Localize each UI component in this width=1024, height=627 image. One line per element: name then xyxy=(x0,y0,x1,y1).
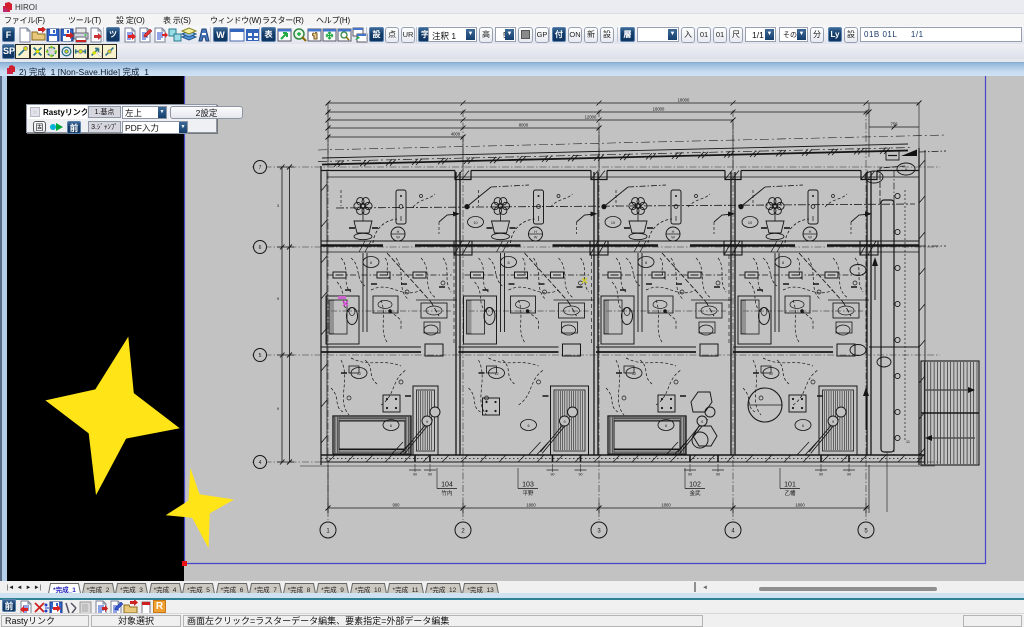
svg-text:750: 750 xyxy=(891,122,899,127)
svg-text:H: H xyxy=(534,230,537,234)
svg-text:6: 6 xyxy=(802,424,804,428)
svg-text:8: 8 xyxy=(370,261,372,265)
svg-text:18000: 18000 xyxy=(678,98,690,103)
svg-text:平野: 平野 xyxy=(522,489,534,497)
svg-text:11: 11 xyxy=(906,440,910,444)
svg-text:12000: 12000 xyxy=(585,115,597,120)
svg-text:8000: 8000 xyxy=(519,123,529,128)
svg-text:W: W xyxy=(396,236,400,240)
svg-text:9: 9 xyxy=(832,420,834,424)
svg-text:8: 8 xyxy=(645,261,647,265)
svg-text:1800: 1800 xyxy=(526,503,536,508)
svg-text:6: 6 xyxy=(527,424,529,428)
svg-text:9: 9 xyxy=(426,420,428,424)
svg-text:6: 6 xyxy=(665,424,667,428)
svg-text:90: 90 xyxy=(847,473,851,477)
svg-text:H: H xyxy=(397,230,400,234)
svg-text:9: 9 xyxy=(563,420,565,424)
svg-text:3: 3 xyxy=(277,203,280,208)
svg-text:H: H xyxy=(809,230,812,234)
svg-text:6: 6 xyxy=(259,245,262,251)
svg-text:金武: 金武 xyxy=(689,489,701,497)
svg-text:90: 90 xyxy=(428,473,432,477)
svg-text:10: 10 xyxy=(748,221,752,225)
svg-text:8: 8 xyxy=(507,261,509,265)
svg-text:4000: 4000 xyxy=(451,132,461,137)
svg-text:H: H xyxy=(672,230,675,234)
svg-text:90: 90 xyxy=(551,473,555,477)
svg-text:1800: 1800 xyxy=(661,503,671,508)
svg-text:1800: 1800 xyxy=(795,503,805,508)
svg-text:10: 10 xyxy=(473,221,477,225)
svg-text:90: 90 xyxy=(579,473,583,477)
svg-text:9: 9 xyxy=(277,296,280,301)
svg-text:900: 900 xyxy=(393,503,401,508)
svg-text:W: W xyxy=(671,236,675,240)
svg-text:7: 7 xyxy=(873,176,875,180)
svg-text:乙幡: 乙幡 xyxy=(784,489,796,497)
svg-text:104: 104 xyxy=(441,482,453,489)
svg-text:16000: 16000 xyxy=(653,107,665,112)
svg-text:90: 90 xyxy=(716,473,720,477)
svg-text:90: 90 xyxy=(819,473,823,477)
svg-text:4: 4 xyxy=(259,460,262,466)
svg-text:6: 6 xyxy=(390,424,392,428)
svg-text:8: 8 xyxy=(905,168,907,172)
svg-text:W: W xyxy=(534,236,538,240)
svg-text:9: 9 xyxy=(277,406,280,411)
svg-text:7: 7 xyxy=(259,165,262,171)
svg-text:5: 5 xyxy=(259,353,262,359)
svg-text:90: 90 xyxy=(413,473,417,477)
svg-text:103: 103 xyxy=(522,482,534,489)
svg-text:10: 10 xyxy=(611,221,615,225)
svg-text:竹内: 竹内 xyxy=(441,489,452,497)
svg-text:102: 102 xyxy=(689,482,701,489)
svg-text:8: 8 xyxy=(782,261,784,265)
svg-text:90: 90 xyxy=(688,473,692,477)
svg-text:W: W xyxy=(808,236,812,240)
svg-text:101: 101 xyxy=(784,482,796,489)
svg-text:9: 9 xyxy=(701,420,703,424)
